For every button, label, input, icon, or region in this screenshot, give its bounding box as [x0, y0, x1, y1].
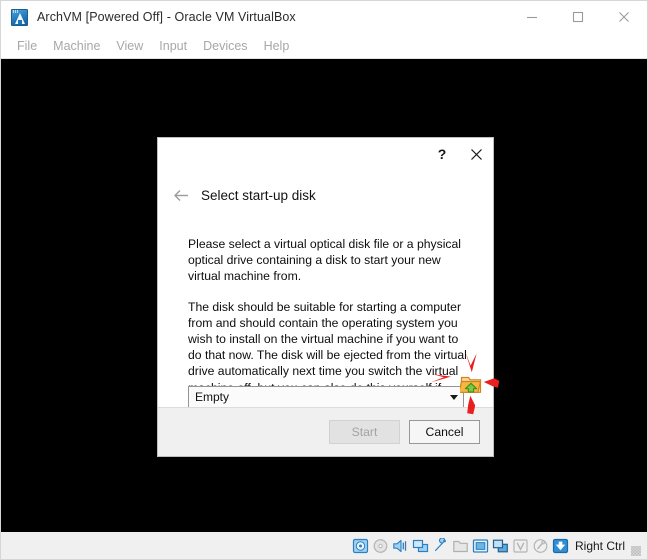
virtualbox-app-icon	[11, 8, 28, 26]
host-key-icon[interactable]	[552, 538, 569, 554]
window-controls	[509, 1, 647, 33]
arrow-pointing-right-at-browse-icon	[430, 372, 452, 392]
back-arrow-icon[interactable]	[166, 182, 196, 208]
arrow-pointing-down-at-browse-icon	[462, 350, 480, 379]
maximize-icon[interactable]	[555, 1, 601, 33]
menu-item-view[interactable]: View	[108, 36, 151, 56]
arrow-pointing-up-at-browse-icon	[464, 395, 478, 420]
window-title: ArchVM [Powered Off] - Oracle VM Virtual…	[37, 10, 296, 24]
startup-disk-select-value: Empty	[195, 390, 230, 404]
dialog-header: Select start-up disk	[158, 178, 493, 212]
menu-item-devices[interactable]: Devices	[195, 36, 255, 56]
disk-selection-row: Empty	[188, 386, 471, 408]
virtualbox-vm-window: ArchVM [Powered Off] - Oracle VM Virtual…	[0, 0, 648, 560]
startup-disk-select[interactable]: Empty	[188, 386, 464, 408]
dialog-close-icon[interactable]	[459, 139, 493, 169]
shared-folders-icon[interactable]	[452, 538, 469, 554]
cancel-button[interactable]: Cancel	[409, 420, 480, 444]
help-icon[interactable]: ?	[425, 139, 459, 169]
host-key-label: Right Ctrl	[574, 538, 625, 553]
dialog-paragraph-1: Please select a virtual optical disk fil…	[188, 237, 461, 284]
dialog-footer: Start Cancel	[158, 407, 493, 456]
optical-disk-icon[interactable]	[372, 538, 389, 554]
dialog-title: Select start-up disk	[201, 187, 316, 203]
start-button[interactable]: Start	[329, 420, 400, 444]
hard-disk-icon[interactable]	[352, 538, 369, 554]
menu-item-help[interactable]: Help	[256, 36, 298, 56]
mouse-integration-icon[interactable]	[532, 538, 549, 554]
recording-icon[interactable]	[492, 538, 509, 554]
minimize-icon[interactable]	[509, 1, 555, 33]
vm-statusbar: Right Ctrl	[1, 532, 647, 559]
arrow-pointing-left-at-browse-icon	[483, 377, 500, 396]
resize-grip-icon[interactable]	[631, 546, 641, 556]
dialog-titlebar: ?	[158, 138, 493, 170]
window-titlebar: ArchVM [Powered Off] - Oracle VM Virtual…	[1, 1, 647, 33]
menu-item-machine[interactable]: Machine	[45, 36, 108, 56]
display-icon[interactable]	[472, 538, 489, 554]
audio-icon[interactable]	[392, 538, 409, 554]
usb-icon[interactable]	[432, 537, 449, 554]
network-icon[interactable]	[412, 538, 429, 554]
menu-item-input[interactable]: Input	[151, 36, 195, 56]
virtualization-icon[interactable]	[512, 538, 529, 554]
close-icon[interactable]	[601, 1, 647, 33]
menu-item-file[interactable]: File	[9, 36, 45, 56]
menubar: File Machine View Input Devices Help	[1, 33, 647, 59]
select-startup-disk-dialog: ? Select start-up disk Please select a v…	[157, 137, 494, 457]
